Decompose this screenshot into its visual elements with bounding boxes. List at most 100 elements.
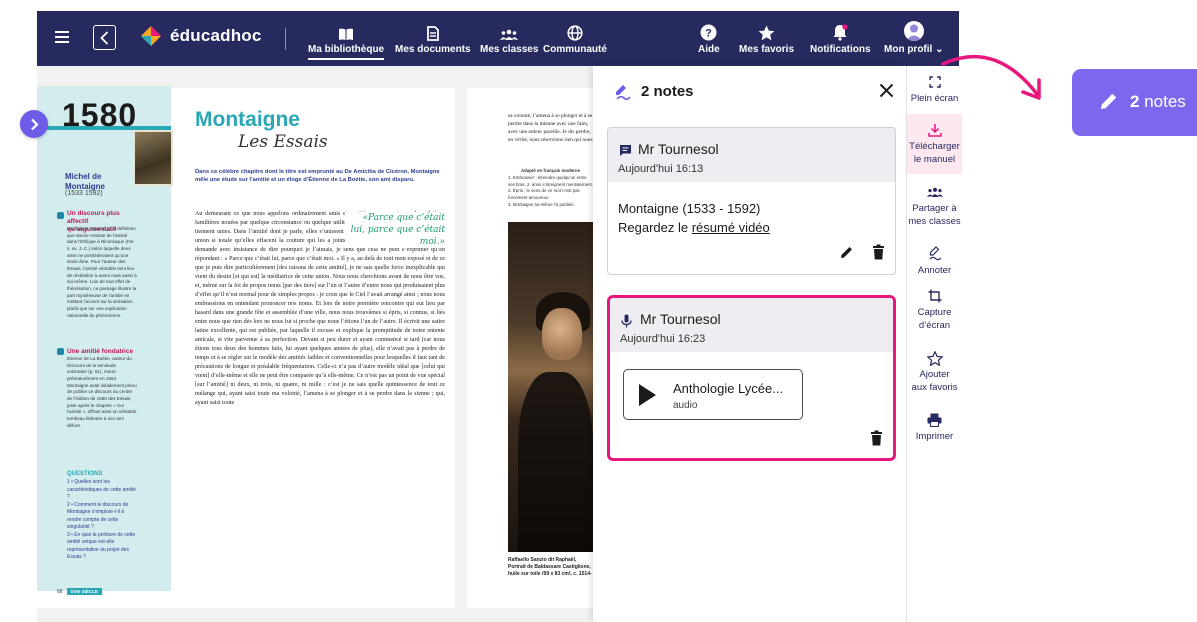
edit-note-button[interactable]: [839, 245, 854, 265]
chevron-right-icon: [30, 118, 39, 130]
page-number: 66 XVIe SIÈCLE: [57, 588, 102, 595]
notes-count-pill[interactable]: 2 notes: [1072, 69, 1197, 136]
montaigne-portrait-image: [133, 130, 173, 186]
page-subtitle: Les Essais: [238, 132, 328, 152]
nav-label: Ma bibliothèque: [308, 44, 385, 60]
note-card-highlighted[interactable]: Mr Tournesol Aujourd'hui 16:23 Anthologi…: [607, 295, 896, 461]
nav-communaute[interactable]: Communauté: [543, 19, 607, 55]
nav-label: Mes classes: [480, 44, 539, 55]
question-item: 1 • Quelles sont les caractéristiques de…: [67, 479, 136, 500]
sidebar-label: Annoter: [917, 265, 952, 276]
page-intro: Dans ce célèbre chapitre dont le titre e…: [195, 169, 440, 184]
footnote-item: 3. Montaigne lui-même l’a publiée.: [508, 202, 575, 208]
footnote-item: 1. Embrasser : étreindre quelqu’un entre…: [508, 174, 593, 187]
sidebar-screenshot[interactable]: Capture d’écran: [907, 288, 962, 333]
sidebar-download[interactable]: Télécharger le manuel: [907, 114, 962, 174]
audio-attachment[interactable]: Anthologie Lycée... audio: [623, 369, 803, 420]
expand-sidebar-button[interactable]: [20, 110, 48, 138]
painting-caption: Raffaello Sanzio dit Raphaël, Portrait d…: [508, 557, 592, 575]
notes-panel: 2 notes Mr Tournesol Aujourd'hui 16:13 M…: [593, 66, 906, 622]
help-icon: ?: [700, 19, 717, 41]
play-icon[interactable]: [637, 383, 657, 412]
educadhoc-logo[interactable]: éducadhoc: [140, 25, 262, 47]
nav-notifications[interactable]: Notifications: [810, 19, 871, 55]
notes-count: 2: [1130, 92, 1140, 111]
book-open-icon: [338, 19, 354, 41]
nav-mes-classes[interactable]: Mes classes: [480, 19, 538, 55]
back-button[interactable]: [93, 25, 116, 50]
author-name: Michel de Montaigne: [65, 172, 105, 191]
pull-quote: «Parce que c’était lui, parce que c’étai…: [345, 212, 445, 249]
note-author: Mr Tournesol: [640, 311, 721, 327]
avatar-icon: [903, 19, 924, 41]
print-icon: [927, 412, 942, 428]
sidebar-add-favorites[interactable]: Ajouter aux favoris: [907, 350, 962, 395]
document-icon: [426, 19, 439, 41]
star-icon: [758, 19, 775, 41]
note-actions: [870, 430, 883, 451]
globe-icon: [567, 19, 583, 41]
question-item: 2 • Comment le discours de Montaigne s’e…: [67, 501, 129, 531]
note-text-line: Regardez le résumé vidéo: [618, 219, 770, 238]
sidenote-bullet-icon: [57, 212, 64, 219]
star-outline-icon: [926, 350, 943, 366]
close-notes-button[interactable]: [876, 80, 896, 100]
sidenote-bullet-icon: [57, 348, 64, 355]
author-dates: (1533 1592): [65, 190, 103, 197]
note-header: Mr Tournesol Aujourd'hui 16:13: [608, 128, 895, 182]
raphael-portrait-painting: [508, 222, 593, 552]
topbar-separator: [285, 28, 286, 50]
app-root: éducadhoc Ma bibliothèque Mes documents …: [0, 0, 1197, 622]
note-text-prefix: Regardez le: [618, 219, 692, 235]
nav-mes-documents[interactable]: Mes documents: [395, 19, 471, 55]
delete-note-button[interactable]: [872, 244, 885, 265]
annotate-icon: [928, 246, 942, 262]
share-group-icon: [926, 184, 943, 200]
nav-label: Aide: [698, 44, 720, 55]
delete-note-button[interactable]: [870, 430, 883, 451]
sidebar-label: Partager à mes classes: [908, 203, 961, 227]
trash-icon: [873, 244, 884, 260]
sidebar-label: Télécharger le manuel: [909, 141, 960, 165]
nav-label: Mes documents: [395, 44, 471, 55]
trash-icon: [871, 430, 882, 446]
nav-mes-favoris[interactable]: Mes favoris: [739, 19, 794, 55]
sidenote-title: Une amitié fondatrice: [67, 348, 134, 355]
group-icon: [500, 19, 519, 41]
note-text: Montaigne (1533 - 1592) Regardez le résu…: [618, 200, 770, 238]
page-number-value: 66: [57, 588, 63, 595]
footnote-item: 2. Épris : le sens de ce mot n’est pas f…: [508, 188, 580, 201]
video-summary-link[interactable]: résumé vidéo: [692, 220, 770, 235]
notes-word: notes: [1144, 92, 1186, 111]
sidenote-text: Étienne de La Boétie, auteur du Discours…: [67, 356, 137, 428]
nav-ma-bibliotheque[interactable]: Ma bibliothèque: [308, 19, 385, 60]
comment-icon: [619, 144, 632, 162]
close-icon: [879, 83, 893, 97]
sidebar-annotate[interactable]: Annoter: [907, 246, 962, 278]
note-date: Aujourd'hui 16:23: [620, 333, 706, 345]
menu-icon[interactable]: [55, 31, 69, 43]
pointer-arrow-icon: [941, 54, 1041, 100]
pencil-icon: [841, 246, 852, 258]
footnotes-title: Adapté en français moderne: [520, 168, 581, 173]
century-badge: XVIe SIÈCLE: [66, 588, 102, 595]
note-card[interactable]: Mr Tournesol Aujourd'hui 16:13 Montaigne…: [607, 127, 896, 275]
chevron-left-icon: [100, 30, 109, 45]
sidebar-share-classes[interactable]: Partager à mes classes: [907, 184, 962, 229]
note-author: Mr Tournesol: [638, 141, 719, 157]
microphone-icon: [621, 314, 632, 333]
top-navigation-bar: éducadhoc Ma bibliothèque Mes documents …: [37, 11, 959, 66]
annotate-icon: [613, 83, 633, 108]
sidebar-label: Capture d’écran: [917, 307, 952, 331]
screenshot-icon: [928, 288, 942, 304]
sidenote-text: Montaigne reprend ici la définition que …: [67, 226, 137, 318]
nav-aide[interactable]: ? Aide: [698, 19, 720, 55]
logo-mark-icon: [140, 25, 162, 47]
nav-label: Notifications: [810, 44, 871, 55]
audio-title: Anthologie Lycée...: [673, 381, 784, 396]
svg-text:?: ?: [705, 28, 712, 40]
sidebar-print[interactable]: Imprimer: [907, 412, 962, 444]
pencil-icon: [1099, 91, 1119, 116]
note-actions: [839, 244, 885, 265]
notes-count-label: 2 notes: [1130, 92, 1186, 112]
